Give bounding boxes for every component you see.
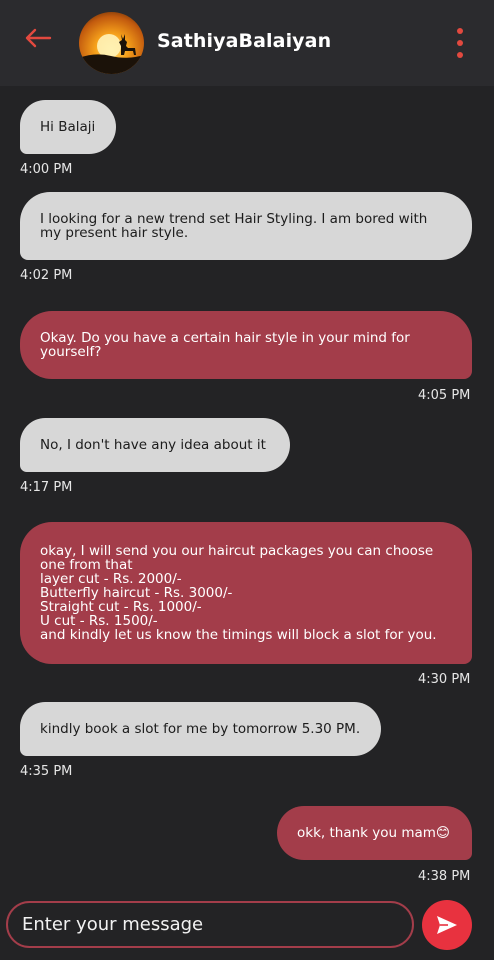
contact-name: SathiyaBalaiyan [157,30,332,52]
message-text: No, I don't have any idea about it [40,437,266,453]
message-timestamp: 4:35 PM [20,764,73,779]
sunset-deer-photo [79,12,144,74]
message-timestamp: 4:00 PM [20,162,73,177]
message-timestamp: 4:05 PM [418,388,471,403]
message-bubble-incoming[interactable]: kindly book a slot for me by tomorrow 5.… [20,702,381,756]
message-bubble-outgoing[interactable]: okay, I will send you our haircut packag… [20,522,472,664]
message-bubble-outgoing[interactable]: okk, thank you mam😊 [277,806,472,860]
back-button[interactable] [20,22,56,54]
avatar[interactable] [79,12,144,74]
message-text: kindly book a slot for me by tomorrow 5.… [40,721,361,737]
more-vertical-icon [457,28,463,34]
message-text: okk, thank you mam😊 [297,825,451,841]
message-timestamp: 4:30 PM [418,672,471,687]
message-bubble-outgoing[interactable]: Okay. Do you have a certain hair style i… [20,311,472,379]
message-text: Hi Balaji [40,119,96,135]
message-bubble-incoming[interactable]: Hi Balaji [20,100,116,154]
arrow-left-icon [25,28,52,48]
message-bubble-incoming[interactable]: No, I don't have any idea about it [20,418,290,472]
message-bubble-incoming[interactable]: I looking for a new trend set Hair Styli… [20,192,472,260]
more-options-button[interactable] [450,28,470,58]
send-button[interactable] [422,900,472,950]
message-timestamp: 4:17 PM [20,480,73,495]
message-text: Okay. Do you have a certain hair style i… [40,330,410,360]
message-timestamp: 4:02 PM [20,268,73,283]
message-input[interactable] [20,913,404,936]
chat-header: SathiyaBalaiyan [0,0,494,86]
message-timestamp: 4:38 PM [418,869,471,884]
message-text: I looking for a new trend set Hair Styli… [40,211,428,241]
send-icon [437,916,457,934]
message-text: okay, I will send you our haircut packag… [40,543,437,643]
message-input-container [6,901,414,948]
